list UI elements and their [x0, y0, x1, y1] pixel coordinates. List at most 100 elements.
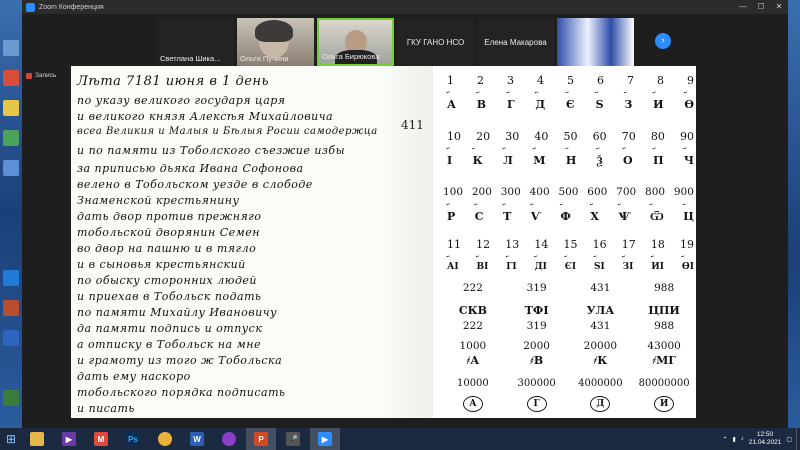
taskbar-powerpoint-button[interactable]: P [246, 428, 276, 450]
zoom-logo-icon [26, 2, 35, 12]
value-cell: 3 [507, 74, 514, 87]
participant-tile-active[interactable]: Ольга Бирюкова [317, 18, 394, 66]
letter-cell: О [623, 154, 633, 167]
desktop-icon[interactable] [3, 40, 19, 56]
taskbar-media-button[interactable]: ▶ [54, 428, 84, 450]
desktop-icon[interactable] [3, 270, 19, 286]
value-cell: 988 [654, 320, 675, 332]
clock-date: 21.04.2021 [748, 439, 782, 446]
taskbar-word-button[interactable]: W [182, 428, 212, 450]
volume-icon[interactable]: ♪ [741, 436, 744, 442]
chrome-icon [158, 432, 172, 446]
letter-cell: ИІ [651, 262, 664, 272]
value-cell: 700 [616, 186, 637, 198]
value-cell: 40 [534, 130, 549, 143]
letter-cell: Ч [684, 154, 694, 167]
close-button[interactable]: ✕ [770, 0, 788, 14]
value-cell: 18 [650, 238, 665, 251]
desktop-icon[interactable] [3, 160, 19, 176]
letter-cell: ҂МГ [652, 354, 676, 367]
clock[interactable]: 12:50 21.04.2021 [749, 431, 782, 447]
value-cell: 7 [627, 74, 634, 87]
manuscript-line: дать ему наскоро [77, 370, 191, 383]
letter-cell: Н [566, 154, 576, 167]
letter-cell: ГІ [506, 262, 516, 272]
next-participants-button[interactable]: › [655, 33, 671, 49]
show-desktop-button[interactable] [796, 428, 800, 450]
letter-cell: Л [503, 154, 513, 167]
letter-cell: Ф [560, 210, 570, 223]
desktop-icon[interactable] [3, 330, 19, 346]
system-tray: ⌃ ▮ ♪ 12:50 21.04.2021 ▢ [722, 431, 796, 447]
numeral-value-row: 11 12 13 14 15 16 17 18 19 [441, 238, 696, 251]
numeral-value-row: 100 200 300 400 500 600 700 800 900 [441, 186, 696, 198]
start-button[interactable]: ⊞ [0, 428, 22, 450]
manuscript-line: по обыску сторонних людей [77, 274, 258, 287]
value-cell: 2 [477, 74, 484, 87]
circled-letter: Д [590, 396, 611, 412]
letter-cell: УЛА [586, 304, 615, 317]
manuscript-line: и великого князя Алексѣя Михайловича [77, 110, 334, 123]
desktop-icon[interactable] [3, 390, 19, 406]
large-values-row: 10000 300000 4000000 80000000 [441, 378, 696, 389]
network-icon[interactable]: ▮ [732, 436, 735, 443]
desktop-icon[interactable] [3, 130, 19, 146]
circled-letter: Г [526, 396, 547, 412]
letter-cell: Г [507, 98, 515, 111]
letter-cell: Ц [683, 210, 694, 223]
letter-cell: Ѳ [684, 98, 694, 111]
letter-cell: ВІ [476, 262, 488, 272]
letter-cell: К [473, 154, 483, 167]
participant-tile[interactable]: Елена Макарова [477, 18, 554, 66]
thousands-values-row: 1000 2000 20000 43000 [441, 340, 696, 352]
value-cell: 13 [505, 238, 520, 251]
desktop-icon[interactable] [3, 300, 19, 316]
numeral-value-row: 10 20 30 40 50 60 70 80 90 [441, 130, 696, 143]
taskbar-chrome-button[interactable] [150, 428, 180, 450]
participant-tile[interactable]: Светлана Шика... [157, 18, 234, 66]
participant-name: Ольга Бирюкова [322, 52, 380, 61]
value-cell: 200 [471, 186, 492, 198]
notifications-icon[interactable]: ▢ [786, 436, 792, 443]
value-cell: 8 [657, 74, 664, 87]
taskbar-microphone-button[interactable]: 🎤 [278, 428, 308, 450]
participant-tile[interactable]: Ольга Пучина [237, 18, 314, 66]
letter-cell: ДІ [535, 262, 547, 272]
letter-cell: Ѕ [596, 98, 604, 111]
manuscript-line: Знаменской крестьянину [77, 194, 240, 207]
minimize-button[interactable]: — [734, 0, 752, 14]
participant-tile[interactable] [557, 18, 634, 66]
desktop-icon[interactable] [3, 100, 19, 116]
taskbar-browser-button[interactable] [214, 428, 244, 450]
taskbar-explorer-button[interactable] [22, 428, 52, 450]
tray-chevron-icon[interactable]: ⌃ [722, 436, 727, 443]
desktop-icon[interactable] [3, 70, 19, 86]
desktop: Zoom Конференция — ☐ ✕ Светлана Шика... … [0, 0, 800, 450]
maximize-button[interactable]: ☐ [752, 0, 770, 14]
value-cell: 6 [597, 74, 604, 87]
value-cell: 1 [447, 74, 454, 87]
value-cell: 50 [563, 130, 578, 143]
taskbar-zoom-button[interactable]: ▶ [310, 428, 340, 450]
participant-tile[interactable]: ГКУ ГАНО НСО [397, 18, 474, 66]
letter-cell: Р [447, 210, 455, 223]
large-letters-row: А Г Д И [441, 396, 696, 412]
letter-cell: ЗІ [623, 262, 634, 272]
taskbar-gmail-button[interactable]: M [86, 428, 116, 450]
letter-cell: А [447, 98, 456, 111]
mail-icon: M [94, 432, 108, 446]
letter-cell: Д [535, 98, 545, 111]
shared-screen: Лѣта 7181 июня в 1 день по указу великог… [71, 66, 696, 418]
manuscript-line: и приехав в Тобольск подать [77, 290, 262, 303]
taskbar-photoshop-button[interactable]: Ps [118, 428, 148, 450]
value-cell: 222 [462, 320, 483, 332]
value-cell: 43000 [647, 340, 681, 352]
value-cell: 400 [529, 186, 550, 198]
composite-values-row: 222 319 431 988 [441, 282, 696, 294]
circled-letter: А [462, 396, 483, 412]
manuscript-line: всеа Великия и Малыя и Бѣлыя Росии самод… [77, 126, 378, 137]
letter-cell: ҂К [593, 354, 608, 367]
page-number: 411 [401, 118, 424, 132]
folder-icon [30, 432, 44, 446]
letter-cell: П [653, 154, 663, 167]
